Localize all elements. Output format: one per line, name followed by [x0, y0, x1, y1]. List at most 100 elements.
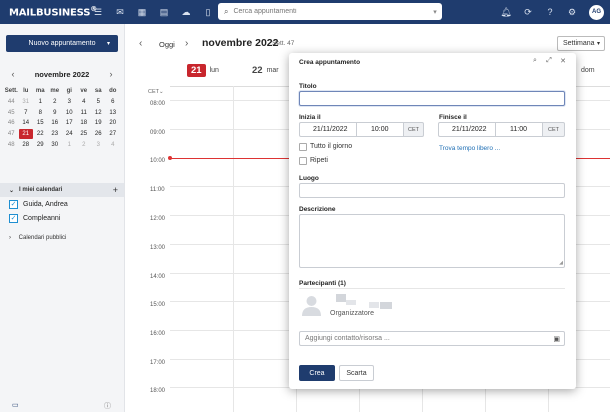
minimize-icon[interactable]: ⌕: [528, 57, 542, 68]
help-icon[interactable]: ?: [539, 0, 561, 24]
day-cell[interactable]: 10: [62, 110, 77, 116]
panel-toggle-icon[interactable]: ▭: [12, 401, 19, 409]
day-header[interactable]: 21 lun: [187, 62, 219, 78]
day-cell[interactable]: 31: [19, 99, 34, 105]
chevron-down-icon[interactable]: ▾: [428, 8, 442, 16]
gear-icon[interactable]: ⚙: [561, 0, 583, 24]
view-select[interactable]: Settimana ▾: [557, 36, 605, 51]
document-icon[interactable]: ▯: [197, 0, 219, 24]
mail-icon[interactable]: ✉: [109, 0, 131, 24]
start-time-field[interactable]: 10:00: [356, 122, 404, 137]
add-calendar-icon[interactable]: +: [113, 185, 118, 195]
chevron-down-icon[interactable]: ⌄: [9, 187, 14, 194]
help-icon[interactable]: ⓘ: [104, 401, 111, 411]
day-cell[interactable]: 27: [106, 131, 121, 137]
place-input[interactable]: [299, 183, 565, 198]
day-cell[interactable]: 14: [19, 120, 34, 126]
search-input[interactable]: [228, 8, 428, 15]
day-header[interactable]: 22 mar: [252, 62, 279, 78]
day-cell[interactable]: 8: [33, 110, 48, 116]
day-cell[interactable]: 30: [48, 142, 63, 148]
sidebar: Nuovo appuntamento ▾ ‹ novembre 2022 › S…: [0, 24, 125, 412]
day-header[interactable]: dom: [581, 62, 595, 78]
day-cell[interactable]: 1: [33, 99, 48, 105]
day-cell[interactable]: 17: [62, 120, 77, 126]
cloud-icon[interactable]: ☁: [175, 0, 197, 24]
all-day-checkbox[interactable]: [299, 143, 307, 151]
day-cell[interactable]: 3: [91, 142, 106, 148]
end-time-value: 11:00: [510, 126, 527, 133]
day-cell[interactable]: 26: [91, 131, 106, 137]
expand-icon[interactable]: ⤢: [542, 57, 556, 68]
view-select-value: Settimana: [563, 40, 595, 47]
day-column-divider: [233, 86, 234, 412]
weekday-header: ma: [35, 88, 45, 95]
my-calendars-header[interactable]: ⌄ I miei calendari +: [0, 183, 124, 197]
day-cell[interactable]: 4: [77, 99, 92, 105]
address-book-icon[interactable]: ▣: [553, 335, 560, 343]
discard-button[interactable]: Scarta: [339, 365, 374, 381]
day-cell[interactable]: 22: [33, 131, 48, 137]
day-cell[interactable]: 23: [48, 131, 63, 137]
chevron-down-icon[interactable]: ▾: [107, 40, 110, 47]
calendar-item[interactable]: ✓ Guida, Andrea: [9, 199, 68, 210]
repeat-checkbox[interactable]: [299, 157, 307, 165]
find-free-time-link[interactable]: Trova tempo libero ...: [439, 145, 500, 152]
day-cell[interactable]: 5: [91, 99, 106, 105]
day-cell[interactable]: 3: [62, 99, 77, 105]
day-cell[interactable]: 18: [77, 120, 92, 126]
day-cell[interactable]: 2: [77, 142, 92, 148]
timezone-label[interactable]: CET⌄: [148, 89, 164, 95]
day-cell[interactable]: 25: [77, 131, 92, 137]
contacts-icon[interactable]: ▤: [153, 0, 175, 24]
calendar-icon[interactable]: ▦: [131, 0, 153, 24]
start-timezone[interactable]: CET: [404, 122, 424, 137]
add-contact-input[interactable]: Aggiungi contatto/risorsa ... ▣: [299, 331, 565, 346]
end-timezone[interactable]: CET: [543, 122, 565, 137]
day-cell[interactable]: 13: [106, 110, 121, 116]
resize-handle-icon[interactable]: ◢: [559, 260, 563, 266]
app-logo[interactable]: MAILBUSINESS®: [0, 5, 97, 18]
menu-icon[interactable]: ☰: [87, 0, 109, 24]
day-cell[interactable]: 11: [77, 110, 92, 116]
checkbox-checked-icon[interactable]: ✓: [9, 214, 18, 223]
description-textarea[interactable]: ◢: [299, 214, 565, 268]
calendar-item[interactable]: ✓ Compleanni: [9, 213, 60, 224]
avatar[interactable]: AG: [589, 4, 604, 20]
day-cell[interactable]: 2: [48, 99, 63, 105]
public-calendars-toggle[interactable]: › Calendari pubblici: [9, 235, 66, 241]
day-cell[interactable]: 12: [91, 110, 106, 116]
day-cell[interactable]: 6: [106, 99, 121, 105]
mini-calendar-week: 44 31 1 2 3 4 5 6: [4, 97, 120, 108]
search-box[interactable]: ⌕ ▾: [218, 3, 442, 20]
title-input[interactable]: [299, 91, 565, 106]
new-appointment-button[interactable]: Nuovo appuntamento ▾: [6, 35, 118, 52]
bell-icon[interactable]: 🔔︎: [495, 0, 517, 24]
next-week-icon[interactable]: ›: [185, 38, 188, 49]
next-month-icon[interactable]: ›: [104, 69, 118, 79]
day-cell-today[interactable]: 21: [18, 129, 33, 140]
day-cell[interactable]: 24: [62, 131, 77, 137]
day-cell[interactable]: 15: [33, 120, 48, 126]
end-date-field[interactable]: 21/11/2022: [438, 122, 496, 137]
day-cell[interactable]: 19: [91, 120, 106, 126]
day-cell[interactable]: 29: [33, 142, 48, 148]
day-cell[interactable]: 28: [19, 142, 34, 148]
weekday-header: me: [50, 88, 60, 95]
close-icon[interactable]: ✕: [556, 57, 570, 68]
today-button[interactable]: Oggi: [159, 40, 175, 49]
day-cell[interactable]: 9: [48, 110, 63, 116]
day-cell[interactable]: 4: [106, 142, 121, 148]
prev-week-icon[interactable]: ‹: [139, 38, 142, 49]
end-time-field[interactable]: 11:00: [495, 122, 543, 137]
create-button[interactable]: Crea: [299, 365, 335, 381]
day-cell[interactable]: 20: [106, 120, 121, 126]
start-date-field[interactable]: 21/11/2022: [299, 122, 357, 137]
prev-month-icon[interactable]: ‹: [6, 69, 20, 79]
day-cell[interactable]: 1: [62, 142, 77, 148]
day-cell[interactable]: 16: [48, 120, 63, 126]
refresh-icon[interactable]: ⟳: [517, 0, 539, 24]
day-cell[interactable]: 7: [19, 110, 34, 116]
checkbox-checked-icon[interactable]: ✓: [9, 200, 18, 209]
weekday-header: lu: [23, 88, 29, 95]
